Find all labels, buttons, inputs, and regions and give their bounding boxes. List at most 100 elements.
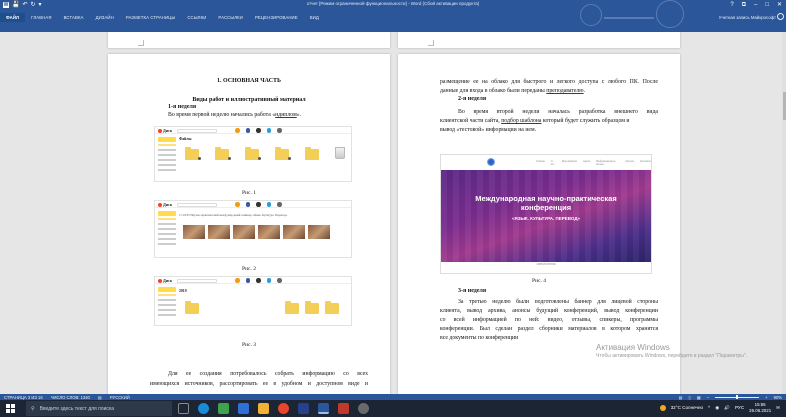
figure-1-caption: Рис. 1	[242, 190, 256, 196]
zoom-slider[interactable]	[715, 395, 760, 399]
file-explorer-icon[interactable]	[258, 403, 269, 414]
network-icon[interactable]: ◉	[715, 405, 719, 411]
tab-review[interactable]: РЕЦЕНЗИРОВАНИЕ	[249, 13, 304, 22]
ribbon-display-button[interactable]: ⧉	[742, 0, 746, 10]
sidebar-line	[158, 314, 176, 316]
tab-mailings[interactable]: РАССЫЛКИ	[212, 13, 249, 22]
app-icon	[256, 278, 261, 283]
presentation-app-icon[interactable]	[338, 403, 349, 414]
help-button[interactable]: ?	[730, 0, 733, 10]
proofing-icon[interactable]: ▤	[98, 395, 102, 400]
web-layout-icon[interactable]: ▦	[697, 395, 701, 400]
maximize-button[interactable]: □	[765, 0, 769, 10]
conference-subtitle: «ЯЗЫК. КУЛЬТУРА. ПЕРЕВОД»	[511, 216, 581, 221]
zoom-in-button[interactable]: +	[765, 395, 767, 400]
week-2-text-part: который будет служить образцом и	[541, 118, 630, 124]
word-taskbar-icon[interactable]	[318, 403, 329, 414]
previous-page-left	[108, 32, 390, 48]
ribbon-decoration	[604, 17, 654, 19]
zoom-out-button[interactable]: –	[707, 395, 709, 400]
zoom-level[interactable]: 90%	[774, 395, 782, 400]
print-layout-icon[interactable]: ▯	[689, 395, 691, 400]
figure-3-caption: Рис. 3	[242, 342, 256, 348]
week-2-text-part: клиентской части сайта,	[440, 118, 502, 124]
closing-text-line-2: имеющихся источников, рассортировать ее …	[150, 381, 368, 387]
ribbon: ФАЙЛ ГЛАВНАЯ ВСТАВКА ДИЗАЙН РАЗМЕТКА СТР…	[0, 0, 786, 32]
app-icon	[235, 128, 240, 133]
week-3-line: все документы по конференции	[440, 335, 519, 341]
sidebar-line	[158, 228, 176, 230]
account-avatar-icon[interactable]	[777, 13, 784, 20]
app-icon	[235, 278, 240, 283]
store-icon[interactable]	[218, 403, 229, 414]
app-icon	[277, 128, 282, 133]
ribbon-decoration	[656, 0, 684, 28]
sidebar-line	[158, 294, 176, 296]
windows-start-icon[interactable]	[6, 404, 15, 413]
shot-search-field	[177, 278, 217, 283]
page-left[interactable]: 1. ОСНОВНАЯ ЧАСТЬ Виды работ и иллюстрат…	[108, 54, 390, 394]
tab-design[interactable]: ДИЗАЙН	[90, 13, 120, 22]
site-footer-label: ОБНОВЛЕНИЯ	[536, 263, 556, 266]
task-view-icon[interactable]	[178, 403, 189, 414]
weather-sun-icon[interactable]	[659, 404, 666, 411]
avatar-dot	[288, 157, 291, 160]
weather-text[interactable]: 32°C Солнечно	[671, 405, 703, 410]
photoshop-icon[interactable]	[298, 403, 309, 414]
read-mode-icon[interactable]: ▤	[679, 395, 683, 400]
sidebar-line	[158, 309, 176, 311]
taskbar-search-box[interactable]: ⚲ Введите здесь текст для поиска	[26, 401, 172, 416]
tab-home[interactable]: ГЛАВНАЯ	[25, 13, 57, 22]
document-area[interactable]: 1. ОСНОВНАЯ ЧАСТЬ Виды работ и иллюстрат…	[0, 32, 786, 394]
photo-thumbnail	[283, 225, 305, 239]
minimize-button[interactable]: –	[754, 0, 757, 10]
tab-view[interactable]: ВИД	[304, 13, 325, 22]
previous-page-right	[398, 32, 680, 48]
language-indicator[interactable]: РУССКИЙ	[110, 395, 130, 400]
ribbon-tabs: ФАЙЛ ГЛАВНАЯ ВСТАВКА ДИЗАЙН РАЗМЕТКА СТР…	[0, 13, 325, 22]
app-icon	[245, 278, 250, 283]
tab-insert[interactable]: ВСТАВКА	[58, 13, 90, 22]
shot-heading: 2019	[179, 289, 187, 293]
page-counter[interactable]: СТРАНИЦА 3 ИЗ 16	[4, 395, 43, 400]
volume-icon[interactable]: 🔊	[724, 405, 730, 411]
site-logo-icon	[487, 158, 495, 166]
notifications-icon[interactable]: ✉	[776, 405, 780, 411]
tab-layout[interactable]: РАЗМЕТКА СТРАНИЦЫ	[120, 13, 182, 22]
ndiplom-link[interactable]: ндиплом	[275, 112, 297, 118]
yandex-disk-logo: Диск	[158, 278, 172, 283]
mail-icon[interactable]	[238, 403, 249, 414]
site-nav-item: Главная	[536, 160, 545, 163]
folder-icon	[275, 147, 289, 160]
site-nav-item: Мероприятия	[561, 160, 577, 163]
account-name[interactable]: Учетная запись Майкрософт	[719, 15, 776, 20]
sidebar-line	[158, 144, 176, 146]
word-count[interactable]: ЧИСЛО СЛОВ: 1340	[51, 395, 90, 400]
sidebar-line	[158, 169, 176, 171]
input-language[interactable]: РУС	[735, 405, 744, 410]
app-icon	[266, 278, 271, 283]
browser-icon[interactable]	[278, 403, 289, 414]
shot-sidebar	[158, 218, 176, 248]
photo-thumbnail	[183, 225, 205, 239]
photo-thumbnail	[308, 225, 330, 239]
edge-icon[interactable]	[198, 403, 209, 414]
teacher-link[interactable]: преподавателю	[546, 88, 583, 94]
steam-icon[interactable]	[358, 403, 369, 414]
tab-references[interactable]: ССЫЛКИ	[181, 13, 212, 22]
shot-heading: 17-18.05 Научно-практический международн…	[179, 213, 288, 217]
tray-chevron-icon[interactable]: ^	[708, 405, 710, 410]
vertical-scrollbar[interactable]	[782, 32, 786, 394]
scrollbar-thumb[interactable]	[782, 92, 786, 120]
shot-app-icons	[235, 128, 282, 133]
template-link[interactable]: подбор шаблона	[501, 118, 541, 124]
folder-icon	[185, 147, 199, 160]
folder-icon	[325, 301, 339, 314]
tab-file[interactable]: ФАЙЛ	[0, 13, 26, 22]
shot-upload-button	[158, 211, 176, 216]
clock[interactable]: 15:55 26.06.2021	[749, 402, 771, 413]
cloud-text-part: данные для входа в облако были переданы	[440, 88, 547, 94]
app-icon	[277, 278, 282, 283]
watermark-title: Активация Windows	[596, 343, 670, 352]
close-button[interactable]: ✕	[777, 0, 782, 10]
